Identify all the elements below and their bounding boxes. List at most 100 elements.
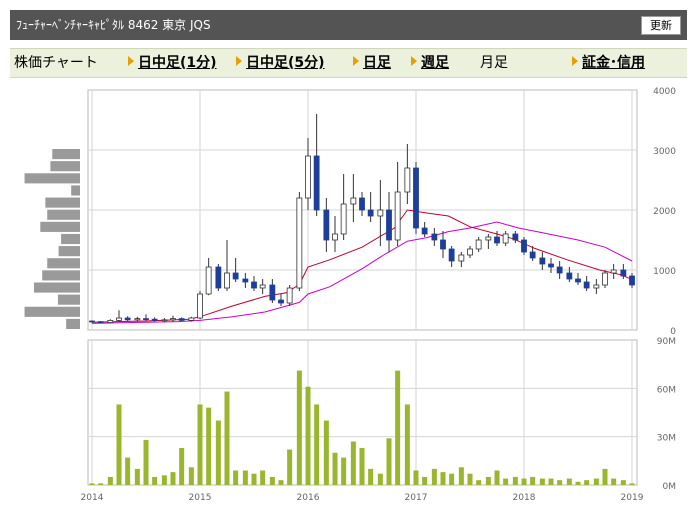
- volume-bar: [359, 447, 365, 485]
- price-candle: [278, 299, 284, 304]
- stock-chart: 2014 2015 2016 2017 2018 2019 0 1000 2000 3000 400…: [24, 87, 676, 503]
- x-tick-label: 2017: [405, 493, 428, 503]
- volume-bar: [89, 483, 95, 485]
- volume-bar: [98, 483, 104, 485]
- volume-bar: [323, 420, 329, 485]
- volume-bar: [188, 467, 194, 485]
- price-candle: [188, 317, 195, 321]
- price-candle: [232, 272, 239, 280]
- price-candle: [89, 320, 95, 323]
- volume-bar: [584, 480, 590, 485]
- price-candle: [151, 318, 158, 321]
- volume-bar: [485, 476, 491, 485]
- volume-profile-bar: [57, 294, 80, 305]
- price-candle: [458, 254, 465, 262]
- price-candle: [170, 318, 176, 321]
- price-candle: [313, 155, 320, 211]
- volume-bar: [521, 478, 527, 485]
- volume-bar: [341, 457, 347, 485]
- x-tick-label: 2015: [189, 493, 212, 503]
- volume-bar: [197, 404, 203, 485]
- price-candle: [629, 275, 635, 286]
- volume-bar: [116, 404, 122, 485]
- volume-bar: [269, 476, 275, 485]
- price-candle: [440, 239, 446, 250]
- price-candle: [413, 167, 419, 229]
- volume-bar: [134, 468, 140, 485]
- price-candle: [548, 263, 554, 268]
- volume-bar: [305, 386, 311, 485]
- volume-profile-bar: [71, 185, 80, 196]
- price-candle: [251, 281, 257, 289]
- price-candle: [575, 278, 581, 283]
- volume-profile-bar: [40, 221, 80, 232]
- price-candle: [178, 318, 185, 321]
- price-y-tick-label: 4000: [653, 87, 676, 97]
- volume-profile-bar: [47, 258, 80, 269]
- volume-bar: [206, 407, 212, 485]
- x-tick-label: 2019: [621, 493, 644, 503]
- volume-bar: [593, 478, 599, 485]
- volume-y-tick-label: 30M: [657, 434, 676, 444]
- price-candle: [134, 318, 141, 321]
- volume-bar: [404, 404, 410, 485]
- price-candle: [566, 272, 573, 280]
- price-candle: [205, 266, 212, 295]
- price-candle: [610, 269, 617, 274]
- volume-bar: [440, 472, 446, 485]
- price-candle: [296, 197, 303, 289]
- volume-bar: [368, 468, 374, 485]
- volume-bar: [260, 470, 266, 485]
- price-candle: [116, 317, 122, 321]
- volume-bar: [161, 475, 167, 485]
- volume-bar: [575, 481, 581, 485]
- volume-profile-bar: [52, 149, 80, 160]
- price-candle: [224, 272, 230, 289]
- volume-bar: [152, 476, 158, 485]
- price-candle: [620, 269, 627, 277]
- volume-bar: [296, 370, 302, 485]
- volume-bar: [566, 478, 572, 485]
- volume-bar: [125, 457, 131, 485]
- volume-bar: [170, 472, 176, 485]
- price-candle: [394, 191, 401, 241]
- price-candle: [340, 203, 347, 235]
- price-candle: [529, 251, 536, 259]
- price-candle: [242, 278, 249, 283]
- volume-bar: [458, 467, 464, 485]
- volume-bar: [350, 441, 356, 485]
- price-y-tick-label: 2000: [653, 207, 676, 217]
- volume-y-tick-label: 60M: [657, 385, 676, 395]
- price-y-tick-label: 0: [670, 327, 676, 337]
- volume-bar: [251, 473, 257, 485]
- volume-bar: [629, 483, 635, 485]
- price-candle: [421, 227, 428, 235]
- price-candle: [350, 197, 357, 205]
- price-candle: [269, 284, 276, 301]
- price-y-tick-label: 1000: [653, 267, 676, 277]
- volume-bar: [233, 470, 239, 485]
- volume-bar: [431, 468, 437, 485]
- price-candle: [332, 233, 338, 241]
- price-candle: [359, 197, 365, 211]
- volume-bar: [413, 470, 419, 485]
- volume-bar: [449, 473, 455, 485]
- price-y-tick-label: 3000: [653, 147, 676, 157]
- price-candle: [593, 284, 600, 289]
- volume-bar: [314, 404, 320, 485]
- price-candle: [286, 287, 293, 304]
- price-candle: [323, 209, 330, 241]
- price-candle: [259, 284, 266, 289]
- price-candle: [215, 266, 222, 289]
- volume-profile-bar: [47, 209, 80, 220]
- price-candle: [583, 281, 590, 289]
- volume-bar: [215, 420, 221, 485]
- volume-bar: [107, 476, 113, 485]
- volume-bar: [242, 470, 248, 485]
- volume-bar: [395, 370, 401, 485]
- volume-bar: [377, 473, 383, 485]
- volume-bar: [179, 447, 185, 485]
- volume-bar: [332, 452, 338, 485]
- price-candle: [448, 248, 455, 262]
- price-candle: [161, 319, 168, 322]
